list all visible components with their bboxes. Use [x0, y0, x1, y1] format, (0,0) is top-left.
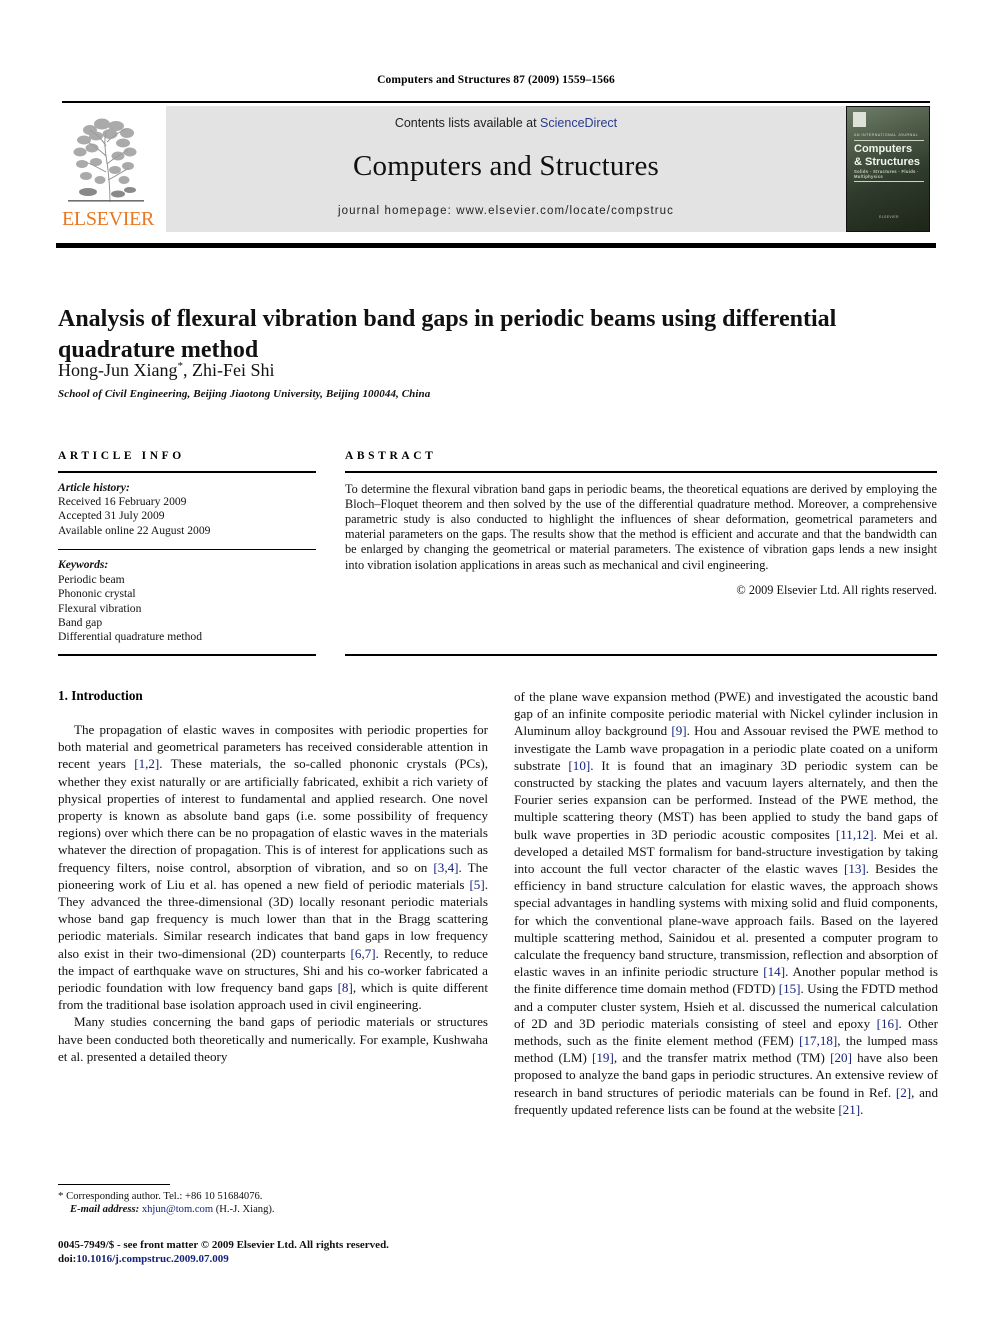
corresponding-author-text: Corresponding author. Tel.: +86 10 51684… [66, 1191, 263, 1202]
article-history-group: Article history: Received 16 February 20… [58, 481, 316, 539]
doi-line: doi:10.1016/j.compstruc.2009.07.009 [58, 1252, 518, 1266]
elsevier-wordmark: ELSEVIER [62, 208, 155, 230]
keywords-group: Keywords: Periodic beam Phononic crystal… [58, 558, 316, 644]
journal-homepage-link[interactable]: journal homepage: www.elsevier.com/locat… [166, 205, 846, 217]
imprint-block: 0045-7949/$ - see front matter © 2009 El… [58, 1238, 518, 1266]
keyword-item: Band gap [58, 616, 103, 630]
article-info-heading-rule [58, 471, 316, 473]
cover-subtitle: AN INTERNATIONAL JOURNAL [854, 133, 919, 137]
sciencedirect-link[interactable]: ScienceDirect [540, 116, 617, 130]
article-title: Analysis of flexural vibration band gaps… [58, 306, 837, 364]
author-name-2: , Zhi-Fei Shi [183, 360, 275, 380]
keyword-item: Flexural vibration [58, 601, 142, 615]
cover-rule-top [854, 140, 924, 141]
article-history-label: Article history: [58, 480, 130, 494]
keyword-item: Differential quadrature method [58, 630, 203, 644]
cover-footer-text: ELSEVIER [879, 215, 899, 219]
article-history-item: Accepted 31 July 2009 [58, 509, 165, 523]
abstract-copyright: © 2009 Elsevier Ltd. All rights reserved… [736, 582, 937, 597]
elsevier-tree-icon [66, 110, 146, 206]
journal-title: Computers and Structures [352, 150, 660, 182]
doi-link[interactable]: 10.1016/j.compstruc.2009.07.009 [76, 1253, 228, 1265]
email-suffix: (H.-J. Xiang). [215, 1204, 275, 1216]
asterisk-icon: * [58, 1190, 64, 1202]
email-link[interactable]: xhjun@tom.com [142, 1204, 213, 1215]
article-info-column: ARTICLE INFO Article history: Received 1… [58, 450, 316, 645]
body-paragraph: of the plane wave expansion method (PWE)… [514, 689, 939, 1117]
masthead-thick-rule [56, 243, 936, 248]
doi-label: doi: [58, 1253, 77, 1265]
journal-masthead: ELSEVIER Contents lists available at Sci… [62, 106, 930, 234]
abstract-text: To determine the flexural vibration band… [345, 481, 937, 572]
journal-article-page: Computers and Structures 87 (2009) 1559–… [0, 0, 992, 1323]
keywords-label: Keywords: [58, 558, 109, 572]
contents-lists-line: Contents lists available at ScienceDirec… [166, 116, 846, 130]
cover-journal-name: Computers & Structures [854, 143, 926, 168]
running-head: Computers and Structures 87 (2009) 1559–… [377, 74, 615, 86]
article-history-rule [58, 549, 316, 551]
email-note: E-mail address: xhjun@tom.com (H.-J. Xia… [58, 1203, 488, 1216]
abstract-heading-rule [345, 471, 937, 473]
keyword-item: Phononic crystal [58, 587, 136, 601]
article-authors: Hong-Jun Xiang*, Zhi-Fei Shi [58, 360, 938, 381]
body-paragraph: The propagation of elastic waves in comp… [58, 722, 488, 1013]
author-name-1: Hong-Jun Xiang [58, 360, 178, 380]
corresponding-author-note: * Corresponding author. Tel.: +86 10 516… [58, 1190, 488, 1203]
email-label: E-mail address: [70, 1204, 140, 1216]
cover-tagline: Solids · Structures · Fluids · Multiphys… [854, 169, 919, 179]
masthead-top-rule [62, 101, 930, 103]
section-heading-introduction: 1. Introduction [58, 688, 143, 703]
cover-rule-bottom [854, 181, 924, 182]
footnote-rule [58, 1184, 170, 1186]
cover-journal-name-line2: & Structures [854, 155, 921, 168]
info-column-bottom-rule [58, 654, 316, 656]
abstract-column: ABSTRACT To determine the flexural vibra… [345, 450, 937, 598]
abstract-column-bottom-rule [345, 654, 937, 656]
cover-publisher-badge-icon [853, 112, 866, 127]
elsevier-logo[interactable]: ELSEVIER [62, 106, 155, 232]
contents-lists-prefix: Contents lists available at [394, 116, 541, 130]
footnote-block: * Corresponding author. Tel.: +86 10 516… [58, 1190, 488, 1217]
article-history-item: Available online 22 August 2009 [58, 523, 211, 537]
cover-journal-name-line1: Computers [854, 143, 913, 155]
article-history-item: Received 16 February 2009 [58, 495, 187, 508]
issn-copyright-line: 0045-7949/$ - see front matter © 2009 El… [58, 1239, 389, 1251]
body-right-column: of the plane wave expansion method (PWE)… [514, 688, 938, 1118]
article-info-heading: ARTICLE INFO [58, 450, 185, 462]
body-paragraph: Many studies concerning the band gaps of… [58, 1014, 488, 1064]
author-affiliation: School of Civil Engineering, Beijing Jia… [58, 388, 431, 400]
abstract-heading: ABSTRACT [345, 450, 437, 462]
journal-cover-thumbnail[interactable]: AN INTERNATIONAL JOURNAL Computers & Str… [846, 106, 930, 232]
journal-band: Contents lists available at ScienceDirec… [166, 106, 846, 232]
keyword-item: Periodic beam [58, 572, 125, 586]
body-left-column: 1. Introduction The propagation of elast… [58, 688, 488, 1065]
